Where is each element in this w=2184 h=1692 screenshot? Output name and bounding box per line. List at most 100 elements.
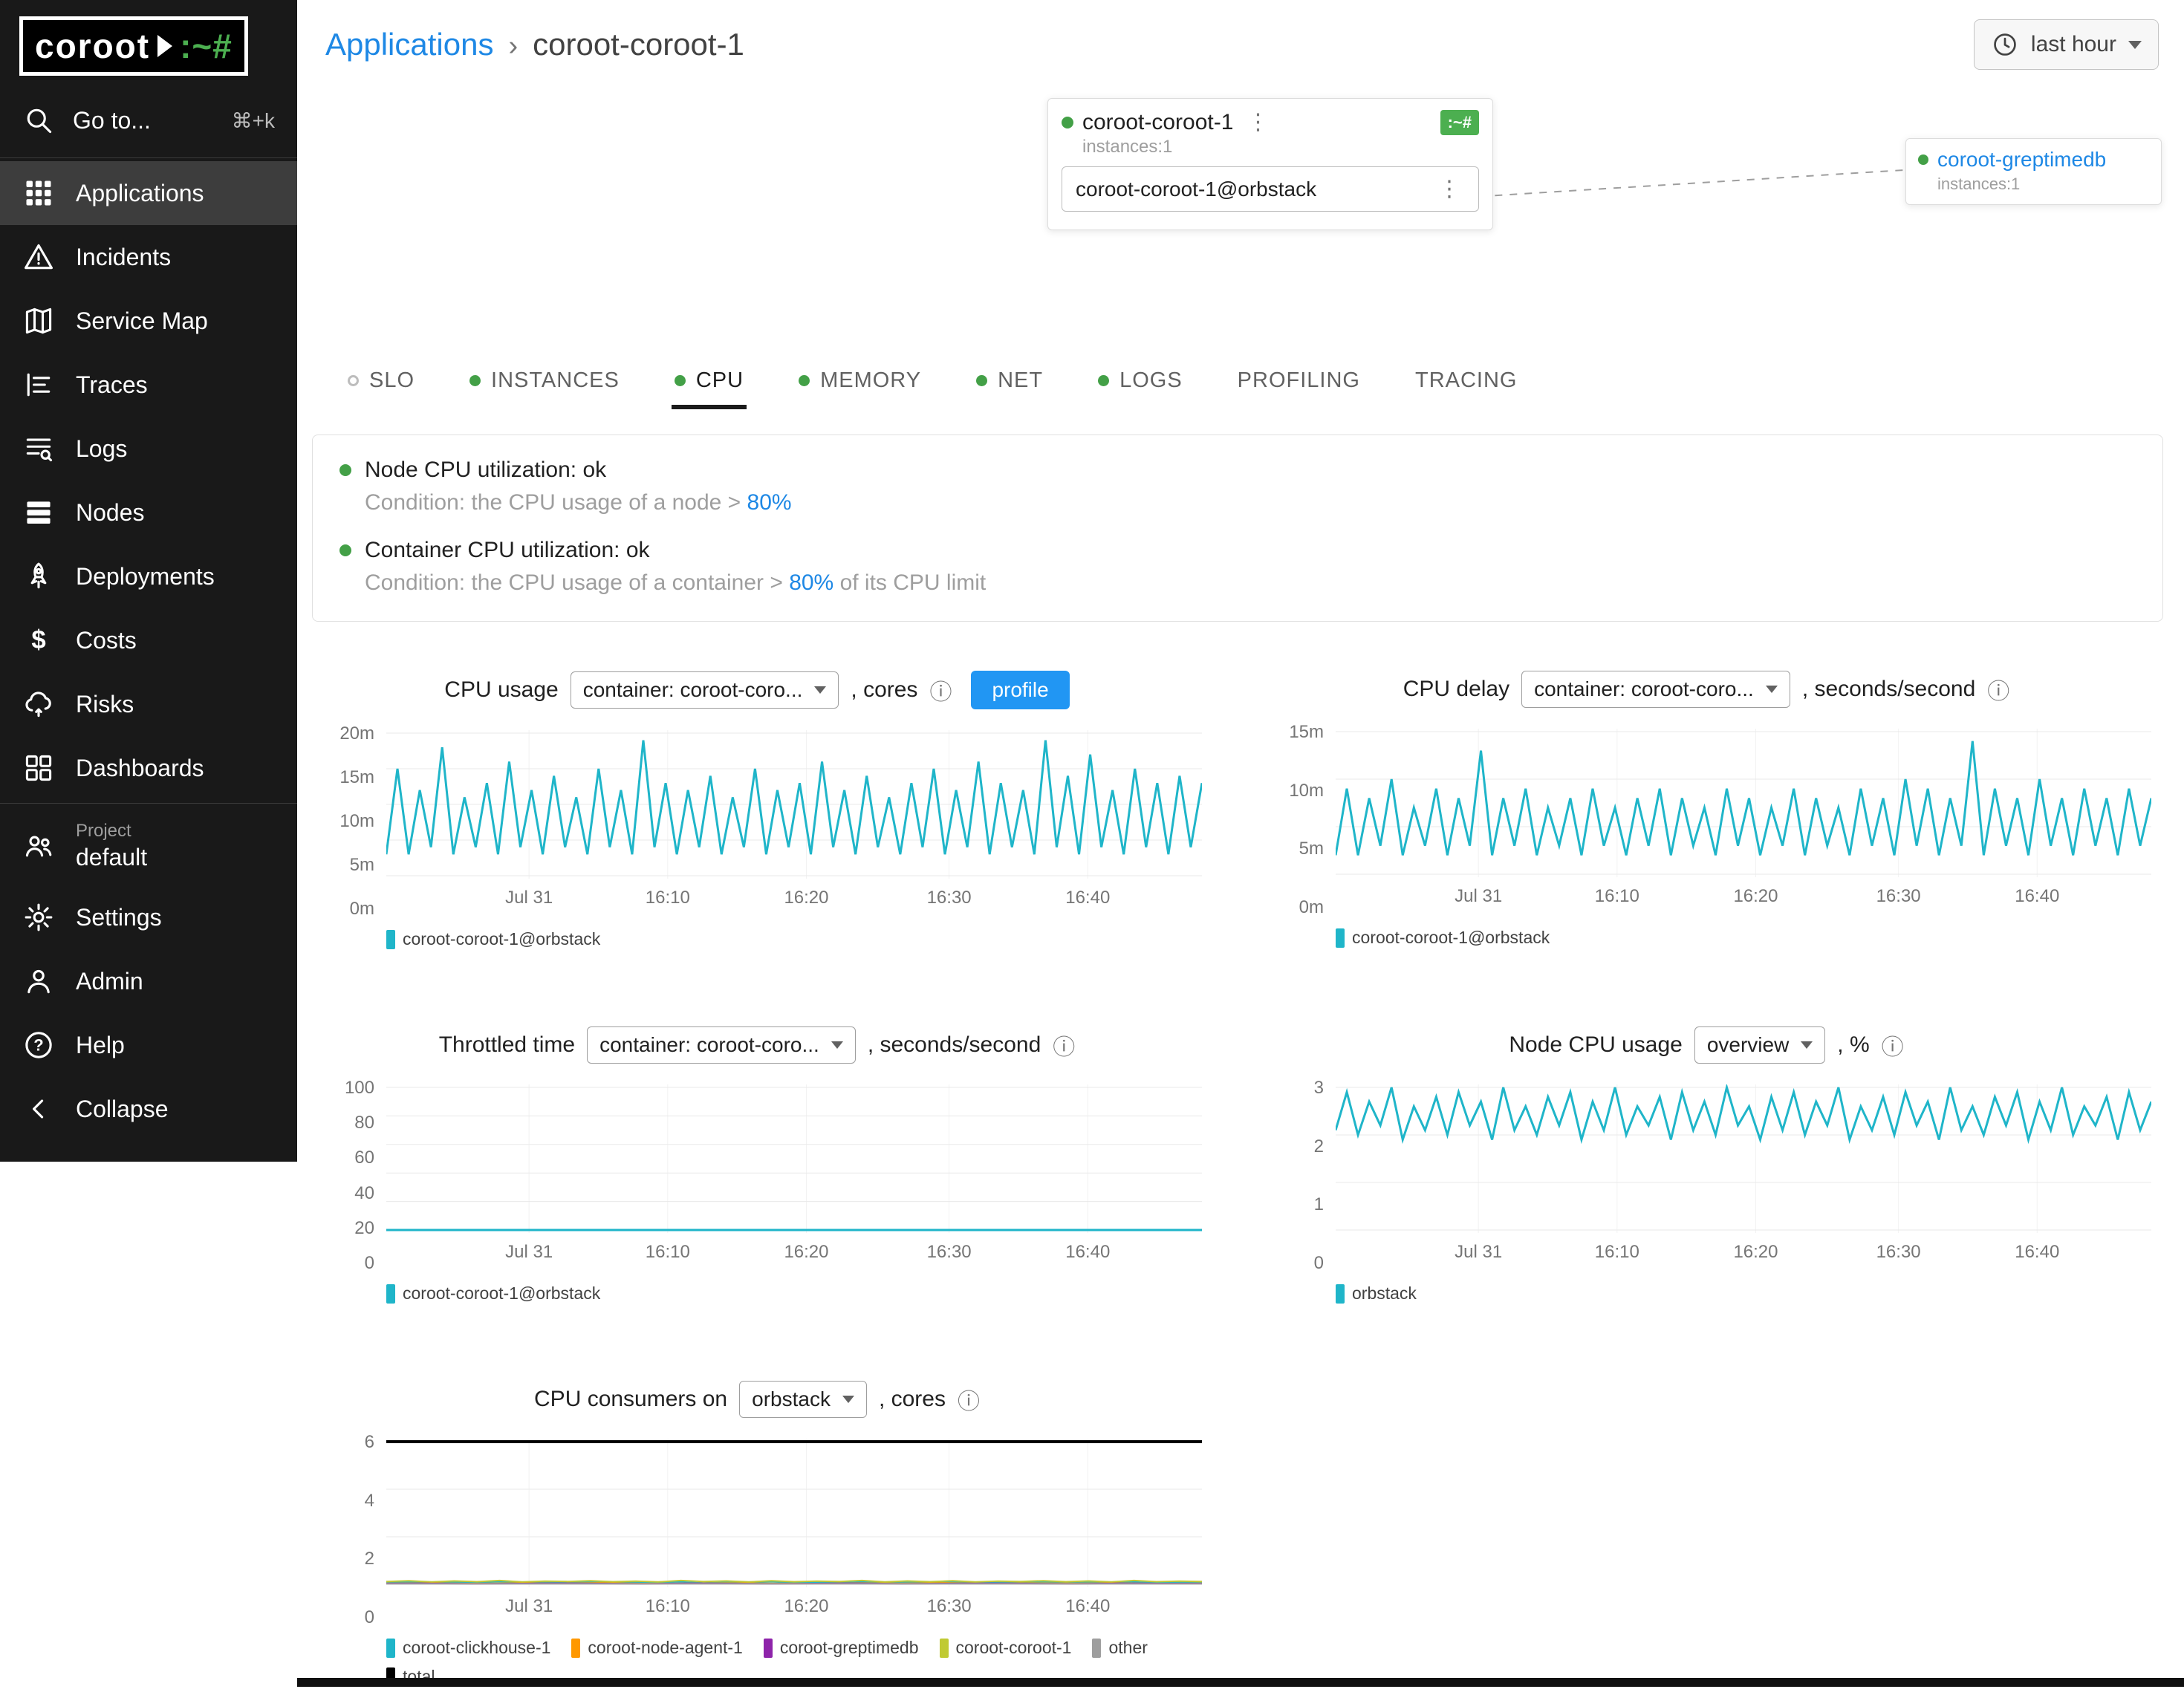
sidebar-item-service-map[interactable]: Service Map (0, 289, 297, 353)
sidebar-item-label: Incidents (76, 244, 171, 271)
x-tick-label: 16:20 (1733, 886, 1778, 907)
chart-title: Node CPU usage overview , % ⓘ (1261, 1026, 2151, 1064)
sidebar-item-risks[interactable]: Risks (0, 672, 297, 736)
series-selector-dropdown[interactable]: container: coroot-coro... (571, 671, 839, 709)
sidebar-item-label: Service Map (76, 308, 208, 335)
goto-search[interactable]: Go to... ⌘+k (0, 83, 297, 154)
dashboards-icon (22, 752, 55, 784)
sidebar-item-label: Traces (76, 371, 148, 399)
time-range-picker[interactable]: last hour (1974, 19, 2159, 70)
sidebar-item-traces[interactable]: Traces (0, 353, 297, 417)
sidebar-item-label: Help (76, 1032, 125, 1059)
legend-item[interactable]: coroot-greptimedb (764, 1638, 919, 1658)
kebab-menu-icon[interactable]: ⋮ (1242, 109, 1273, 135)
y-tick-label: 2 (1314, 1136, 1324, 1157)
status-title: Node CPU utilization: ok (365, 458, 606, 483)
status-dot (339, 464, 351, 476)
sidebar-item-admin[interactable]: Admin (0, 949, 297, 1013)
info-icon[interactable]: ⓘ (929, 674, 952, 706)
legend-item[interactable]: coroot-coroot-1@orbstack (386, 929, 600, 949)
app-node-card[interactable]: coroot-coroot-1 ⋮ :~# instances:1 coroot… (1047, 98, 1493, 230)
chart-title: CPU delay container: coroot-coro... , se… (1261, 671, 2151, 708)
x-tick-label: 16:20 (784, 1596, 828, 1617)
sidebar-item-label: Settings (76, 904, 162, 931)
chart-legend: coroot-coroot-1@orbstack (386, 929, 1202, 949)
node-selector-dropdown[interactable]: orbstack (739, 1381, 867, 1418)
legend-item[interactable]: coroot-coroot-1 (940, 1638, 1072, 1658)
tab-instances[interactable]: INSTANCES (467, 357, 623, 409)
chevron-right-icon: › (508, 27, 518, 62)
rocket-icon (22, 560, 55, 593)
sidebar-item-dashboards[interactable]: Dashboards (0, 736, 297, 800)
series-selector-dropdown[interactable]: overview (1694, 1026, 1825, 1064)
tab-logs[interactable]: LOGS (1095, 357, 1186, 409)
chevron-down-icon (1766, 686, 1778, 693)
tab-memory[interactable]: MEMORY (796, 357, 924, 409)
chevron-down-icon (814, 686, 826, 694)
info-icon[interactable]: ⓘ (1987, 673, 2009, 706)
info-icon[interactable]: ⓘ (958, 1383, 980, 1416)
sidebar-item-settings[interactable]: Settings (0, 885, 297, 949)
instance-item[interactable]: coroot-coroot-1@orbstack ⋮ (1062, 166, 1479, 212)
status-dot (1098, 375, 1109, 386)
y-tick-label: 5m (1299, 839, 1324, 859)
status-title: Container CPU utilization: ok (365, 538, 650, 563)
legend-item[interactable]: orbstack (1336, 1283, 1417, 1304)
coroot-logo[interactable]: coroot :~# (19, 16, 248, 76)
chart-node-cpu-usage: Node CPU usage overview , % ⓘ 0123 Jul 3… (1261, 1026, 2151, 1304)
legend-item[interactable]: other (1092, 1638, 1147, 1658)
tab-net[interactable]: NET (973, 357, 1046, 409)
tab-slo[interactable]: SLO (345, 357, 417, 409)
linked-node-title[interactable]: coroot-greptimedb (1937, 148, 2106, 172)
sidebar-item-applications[interactable]: Applications (0, 161, 297, 225)
y-tick-label: 4 (365, 1491, 374, 1512)
clock-icon (1991, 30, 2019, 59)
y-tick-label: 6 (365, 1432, 374, 1453)
x-axis: Jul 3116:1016:2016:3016:40 (1336, 1233, 2151, 1267)
sidebar-item-logs[interactable]: Logs (0, 417, 297, 481)
main-content: Applications › coroot-coroot-1 last hour… (297, 0, 2184, 1687)
legend-item[interactable]: coroot-coroot-1@orbstack (1336, 928, 1550, 948)
y-axis: 020406080100 (312, 1084, 386, 1267)
tab-cpu[interactable]: CPU (672, 357, 747, 409)
y-tick-label: 20 (354, 1218, 374, 1239)
sidebar-item-costs[interactable]: $ Costs (0, 608, 297, 672)
svg-text:?: ? (33, 1036, 43, 1055)
sidebar-item-incidents[interactable]: Incidents (0, 225, 297, 289)
series-selector-dropdown[interactable]: container: coroot-coro... (1521, 671, 1790, 708)
tab-tracing[interactable]: TRACING (1412, 357, 1521, 409)
sidebar-item-nodes[interactable]: Nodes (0, 481, 297, 544)
sidebar-item-deployments[interactable]: Deployments (0, 544, 297, 608)
threshold-link[interactable]: 80% (789, 570, 833, 595)
chart-cpu-consumers: CPU consumers on orbstack , cores ⓘ 0246… (312, 1381, 1202, 1687)
y-tick-label: 5m (350, 855, 374, 876)
chart-cpu-delay: CPU delay container: coroot-coro... , se… (1261, 671, 2151, 949)
charts-grid: CPU usage container: coroot-coro... , co… (312, 671, 2151, 1687)
legend-item[interactable]: coroot-clickhouse-1 (386, 1638, 550, 1658)
sidebar-item-collapse[interactable]: Collapse (0, 1077, 297, 1141)
legend-item[interactable]: coroot-coroot-1@orbstack (386, 1283, 600, 1304)
threshold-link[interactable]: 80% (747, 490, 792, 515)
y-tick-label: 2 (365, 1549, 374, 1569)
person-icon (22, 965, 55, 998)
x-tick-label: Jul 31 (1455, 1242, 1502, 1263)
y-tick-label: 0 (365, 1253, 374, 1274)
info-icon[interactable]: ⓘ (1882, 1029, 1904, 1061)
x-tick-label: Jul 31 (1455, 886, 1502, 907)
cloud-risk-icon (22, 688, 55, 720)
series-selector-dropdown[interactable]: container: coroot-coro... (587, 1026, 856, 1064)
profile-button[interactable]: profile (971, 671, 1069, 709)
tab-profiling[interactable]: PROFILING (1235, 357, 1363, 409)
linked-node-card[interactable]: coroot-greptimedb instances:1 (1905, 138, 2162, 205)
status-dot (339, 544, 351, 556)
legend-item[interactable]: coroot-node-agent-1 (571, 1638, 742, 1658)
info-icon[interactable]: ⓘ (1053, 1029, 1075, 1061)
warning-triangle-icon (22, 241, 55, 273)
kebab-menu-icon[interactable]: ⋮ (1434, 176, 1465, 202)
x-tick-label: 16:40 (2015, 1242, 2059, 1263)
project-selector[interactable]: Project default (0, 807, 297, 885)
page-header: Applications › coroot-coroot-1 last hour (297, 0, 2184, 82)
sidebar-item-help[interactable]: ? Help (0, 1013, 297, 1077)
breadcrumb-applications-link[interactable]: Applications (325, 27, 493, 62)
legend-swatch (1092, 1639, 1101, 1658)
